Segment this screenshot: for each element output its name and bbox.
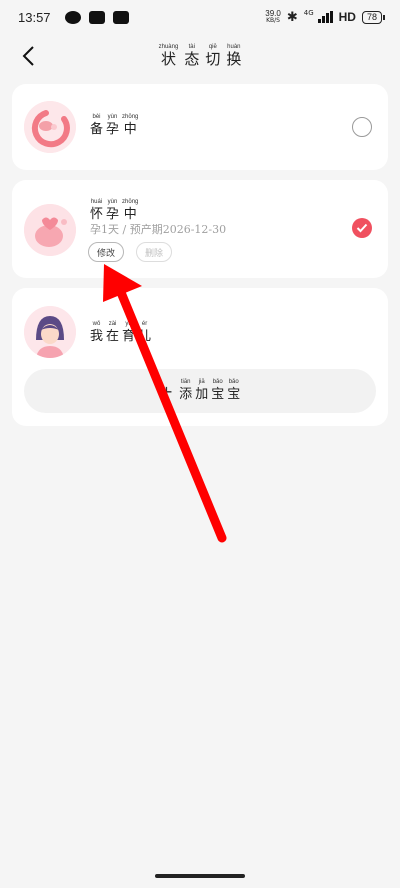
pinyin: wǒ xyxy=(92,321,101,327)
pinyin: yùn xyxy=(107,199,118,205)
pregnant-radio-selected[interactable] xyxy=(352,218,372,238)
pinyin: yù xyxy=(125,321,132,327)
hanzi: 备 xyxy=(90,122,104,137)
notification-icons xyxy=(64,10,129,24)
bluetooth-icon: ✱ xyxy=(286,9,298,25)
hanzi: 加 xyxy=(195,387,209,402)
hanzi: 儿 xyxy=(138,329,152,344)
add-baby-label: tiān 添 jiā 加 bǎo 宝 bǎo 宝 xyxy=(179,379,240,403)
network-type: HD xyxy=(338,10,356,24)
pinyin: zài xyxy=(108,321,117,327)
chat-app-icon xyxy=(64,10,81,24)
message-app-icon xyxy=(88,10,105,24)
ruby-char: yùn 孕 xyxy=(106,114,119,138)
ruby-char: ér 儿 xyxy=(138,321,151,345)
state-card-pregnant[interactable]: huái 怀 yùn 孕 zhōng 中 孕1天 / 预产期2026-12-30 修改 删… xyxy=(12,180,388,278)
hanzi: 孕 xyxy=(106,122,120,137)
status-bar: 13:57 39.0 KB/S ✱ 4G HD 78 xyxy=(0,0,400,34)
pinyin: bèi xyxy=(92,114,101,120)
check-icon xyxy=(356,223,368,233)
prepare-label: bèi 备 yùn 孕 zhōng 中 xyxy=(90,114,138,138)
prepare-avatar xyxy=(24,101,76,153)
ruby-char: yù 育 xyxy=(122,321,135,345)
hanzi: 添 xyxy=(179,387,193,402)
pregnant-label: huái 怀 yùn 孕 zhōng 中 xyxy=(90,199,138,223)
hanzi: 我 xyxy=(90,329,104,344)
ruby-char: tiān 添 xyxy=(179,379,192,403)
ruby-char: jiā 加 xyxy=(195,379,208,403)
signal-label: 4G xyxy=(303,9,314,17)
pinyin: bǎo xyxy=(212,379,223,385)
hanzi: 换 xyxy=(226,50,242,68)
hanzi: 状 xyxy=(160,50,176,68)
state-card-prepare[interactable]: bèi 备 yùn 孕 zhōng 中 xyxy=(12,84,388,170)
hanzi: 切 xyxy=(205,50,221,68)
pinyin: huái xyxy=(90,199,103,205)
ruby-char: zhōng 中 xyxy=(122,114,138,138)
home-indicator[interactable] xyxy=(155,874,245,878)
pinyin: jiā xyxy=(198,379,205,385)
ruby-char: bǎo 宝 xyxy=(211,379,224,403)
ruby-char: huái 怀 xyxy=(90,199,103,223)
pinyin: zhōng xyxy=(122,199,139,205)
pregnant-avatar xyxy=(24,204,76,256)
state-card-parenting[interactable]: wǒ 我 zài 在 yù 育 ér 儿 + tiān 添 jiā 加 bǎo 宝 bǎo 宝 xyxy=(12,288,388,426)
status-time: 13:57 xyxy=(18,9,51,25)
ruby-char: zhuàng 状 xyxy=(159,44,179,68)
pinyin: yùn xyxy=(107,114,118,120)
pinyin: ér xyxy=(141,321,148,327)
page-header: zhuàng 状 tài 态 qiē 切 huàn 换 xyxy=(0,34,400,78)
hanzi: 中 xyxy=(123,122,137,137)
pinyin: tiān xyxy=(180,379,191,385)
ruby-char: bèi 备 xyxy=(90,114,103,138)
hanzi: 态 xyxy=(184,50,200,68)
hanzi: 宝 xyxy=(227,387,241,402)
parenting-avatar xyxy=(24,306,76,358)
pinyin: zhōng xyxy=(122,114,139,120)
hanzi: 宝 xyxy=(211,387,225,402)
hanzi: 在 xyxy=(106,329,120,344)
prepare-radio[interactable] xyxy=(352,117,372,137)
ruby-char: tài 态 xyxy=(184,44,199,68)
battery-icon: 78 xyxy=(361,10,386,24)
signal-icon xyxy=(317,11,333,23)
ruby-char: bǎo 宝 xyxy=(227,379,240,403)
hanzi: 育 xyxy=(122,329,136,344)
chevron-left-icon xyxy=(22,46,34,66)
shopping-app-icon xyxy=(112,10,129,24)
ruby-char: yùn 孕 xyxy=(106,199,119,223)
ruby-char: zài 在 xyxy=(106,321,119,345)
delete-button[interactable]: 删除 xyxy=(136,242,173,262)
parenting-label: wǒ 我 zài 在 yù 育 ér 儿 xyxy=(90,321,151,345)
due-date-text: 孕1天 / 预产期2026-12-30 xyxy=(90,223,227,236)
ruby-char: huàn 换 xyxy=(226,44,241,68)
ruby-char: wǒ 我 xyxy=(90,321,103,345)
ruby-char: zhōng 中 xyxy=(122,199,138,223)
plus-icon: + xyxy=(159,381,174,401)
net-speed: 39.0 KB/S xyxy=(265,9,281,24)
edit-button[interactable]: 修改 xyxy=(88,242,125,262)
add-baby-button[interactable]: + tiān 添 jiā 加 bǎo 宝 bǎo 宝 xyxy=(24,369,376,413)
page-title: zhuàng 状 tài 态 qiē 切 huàn 换 xyxy=(159,44,242,68)
pinyin: bǎo xyxy=(228,379,239,385)
ruby-char: qiē 切 xyxy=(205,44,220,68)
back-button[interactable] xyxy=(14,40,42,72)
